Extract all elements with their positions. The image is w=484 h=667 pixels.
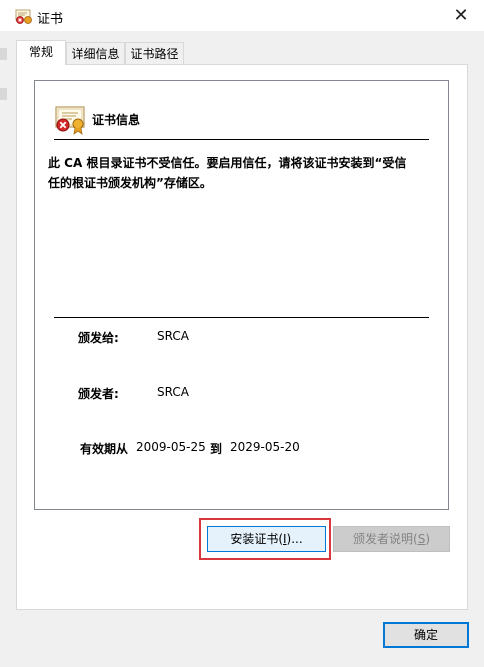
- certificate-icon: [15, 9, 32, 24]
- issued-to-value: SRCA: [157, 329, 189, 343]
- untrusted-warning-text: 此 CA 根目录证书不受信任。要启用信任，请将该证书安装到“受信 任的根证书颁发…: [48, 156, 407, 190]
- background-window-edge: [0, 88, 7, 100]
- untrusted-certificate-icon: [55, 106, 85, 135]
- issued-to-label: 颁发给:: [78, 331, 119, 345]
- title-bar[interactable]: 证书 ✕: [0, 0, 484, 31]
- issuer-statement-button[interactable]: 颁发者说明(S): [333, 526, 450, 552]
- tab-certification-path[interactable]: 证书路径: [125, 42, 184, 64]
- issued-by-value: SRCA: [157, 385, 189, 399]
- issued-by-label: 颁发者:: [78, 387, 119, 401]
- close-button[interactable]: ✕: [446, 0, 476, 31]
- details-divider: [54, 317, 429, 318]
- valid-to-value: 2029-05-20: [230, 440, 300, 454]
- valid-from-value: 2009-05-25: [136, 440, 206, 454]
- install-certificate-button[interactable]: 安装证书(I)...: [207, 526, 326, 552]
- tab-general[interactable]: 常规: [16, 40, 66, 65]
- window-title: 证书: [37, 12, 64, 27]
- ok-button[interactable]: 确定: [383, 622, 469, 648]
- certificate-info-heading: 证书信息: [92, 113, 141, 127]
- certificate-dialog: 证书 ✕ 常规 详细信息 证书路径 证书信息 此 CA 根目录证书不受信任。要启…: [0, 0, 484, 667]
- heading-divider: [54, 139, 429, 140]
- validity-to-label: 到: [210, 442, 223, 456]
- close-icon: ✕: [453, 5, 469, 26]
- validity-label: 有效期从: [80, 442, 129, 456]
- background-window-edge: [0, 48, 7, 60]
- tab-details[interactable]: 详细信息: [66, 42, 125, 64]
